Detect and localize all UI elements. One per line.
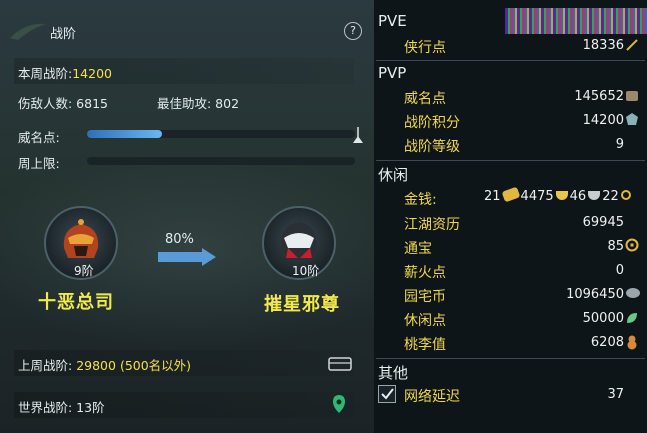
leisure-item-value: 50000 <box>582 311 624 326</box>
leaf-icon <box>10 23 46 40</box>
house-coin-icon <box>626 288 640 298</box>
fame-progress-fill <box>87 130 163 138</box>
weekly-limit-bar <box>87 157 355 165</box>
rank-next-name: 摧星邪尊 <box>264 294 340 315</box>
separator <box>376 358 645 359</box>
pve-section-title: PVE <box>378 12 407 30</box>
money-values: 21 4475 46 22 <box>484 186 631 204</box>
pvp-item-value: 14200 <box>582 113 624 128</box>
pvp-item-value: 145652 <box>574 89 624 104</box>
last-week-value: 29800 (500名以外) <box>76 358 192 373</box>
chest-icon[interactable] <box>328 355 352 371</box>
leisure-item-value: 85 <box>607 239 624 254</box>
pvp-item-label: 战阶积分 <box>404 115 460 131</box>
gold-value: 21 <box>484 189 501 204</box>
leisure-item-label: 休闲点 <box>404 313 446 329</box>
best-assist: 最佳助攻: 802 <box>157 96 240 111</box>
separator <box>376 60 645 61</box>
limit-marker-icon <box>353 127 363 143</box>
rank-header: 战阶 ? <box>0 14 374 48</box>
pvp-item-value: 9 <box>615 137 624 152</box>
weekly-rank-row: 本周战阶:14200 <box>18 63 112 82</box>
latency-label: 网络延迟 <box>404 389 460 405</box>
arrow-right-icon <box>158 248 216 266</box>
header-decoration <box>505 8 647 34</box>
silver-ingot-icon <box>555 191 568 200</box>
latency-checkbox[interactable] <box>378 385 396 403</box>
coin-icon <box>625 238 639 252</box>
fame-progress-bar <box>87 130 355 138</box>
leisure-item-label: 桃李值 <box>404 337 446 353</box>
leisure-section-title: 休闲 <box>378 166 409 184</box>
rank-current-level: 9阶 <box>74 264 94 278</box>
leisure-item-label: 园宅币 <box>404 289 446 305</box>
latency-value: 37 <box>607 387 624 402</box>
copper-value: 46 <box>569 189 587 204</box>
world-rank: 世界战阶: 13阶 <box>18 400 105 415</box>
checkmark-icon <box>381 388 394 400</box>
weekly-rank-value: 14200 <box>72 66 112 81</box>
pve-item-label: 侠行点 <box>404 40 446 56</box>
last-week-label: 上周战阶: <box>18 358 73 373</box>
copper-ingot-icon <box>588 191 601 200</box>
last-week-row: 上周战阶: 29800 (500名以外) <box>18 355 191 374</box>
gold-ingot-icon <box>501 186 520 203</box>
rank-next-level: 10阶 <box>292 264 320 278</box>
rank-current-name: 十恶总司 <box>38 292 114 313</box>
wen-value: 22 <box>602 189 619 204</box>
sword-icon <box>626 39 638 51</box>
pvp-item-label: 威名点 <box>404 91 446 107</box>
leisure-item-value: 69945 <box>582 215 624 230</box>
leaf-point-icon <box>627 313 637 323</box>
pve-item-value: 18336 <box>582 38 624 53</box>
money-label: 金钱: <box>404 192 437 208</box>
leisure-item-value: 0 <box>615 263 624 278</box>
silver-value: 4475 <box>520 189 554 204</box>
hurt-count: 伤敌人数: 6815 <box>18 96 108 111</box>
pvp-item-label: 战阶等级 <box>404 139 460 155</box>
leisure-item-value: 6208 <box>590 335 624 350</box>
gourd-icon <box>627 335 637 350</box>
rank-point-icon <box>626 113 638 125</box>
weekly-rank-label: 本周战阶: <box>18 66 73 81</box>
location-pin-icon[interactable] <box>332 394 346 414</box>
rank-panel: 战阶 ? 本周战阶:14200 伤敌人数: 6815 最佳助攻: 802 威名点… <box>0 0 374 433</box>
leisure-item-value: 1096450 <box>566 287 624 302</box>
fame-icon <box>626 91 638 101</box>
weekly-limit-label: 周上限: <box>18 156 60 171</box>
other-section-title: 其他 <box>378 364 409 382</box>
rank-progress-percent: 80% <box>165 232 194 247</box>
separator <box>376 160 645 161</box>
pvp-section-title: PVP <box>378 64 407 82</box>
rank-title: 战阶 <box>50 27 77 42</box>
fame-label: 威名点: <box>18 130 60 145</box>
leisure-item-label: 薪火点 <box>404 265 446 281</box>
coin-icon <box>620 190 631 200</box>
leisure-item-label: 江湖资历 <box>404 217 460 233</box>
leisure-item-label: 通宝 <box>404 241 432 257</box>
help-icon[interactable]: ? <box>344 22 362 40</box>
